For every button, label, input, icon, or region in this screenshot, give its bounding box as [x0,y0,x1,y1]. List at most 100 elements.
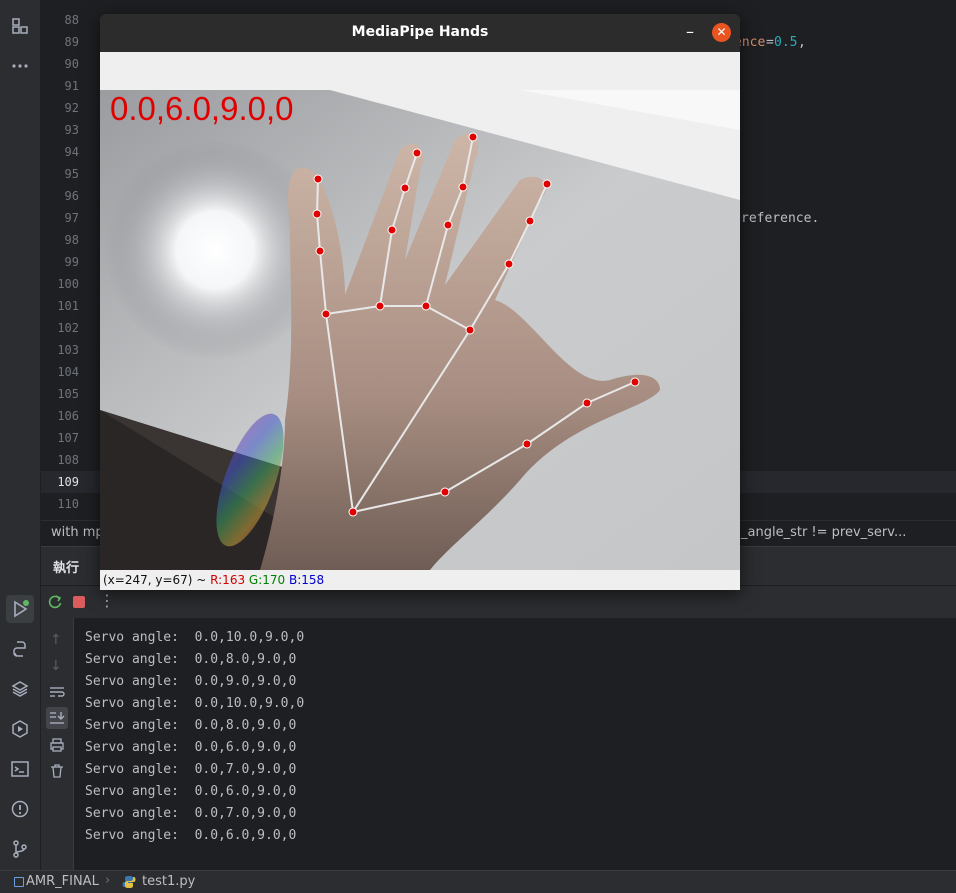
line-number: 110 [57,497,79,511]
minimize-button[interactable]: – [680,22,700,42]
stop-icon[interactable] [73,596,85,608]
terminal-icon[interactable] [8,757,32,781]
problems-icon[interactable] [8,797,32,821]
console-line: Servo angle: 0.0,6.0,9.0,0 [85,784,297,799]
line-number: 96 [64,189,79,203]
print-icon[interactable] [49,737,65,753]
breadcrumb-right[interactable]: _angle_str != prev_serv... [741,525,906,540]
python-packages-icon[interactable] [8,637,32,661]
console-line: Servo angle: 0.0,10.0,9.0,0 [85,696,305,711]
line-number: 90 [64,57,79,71]
more-tools-icon[interactable] [8,54,32,78]
hand-connector [469,263,510,331]
line-number: 95 [64,167,79,181]
line-number: 93 [64,123,79,137]
code-token: , [798,35,806,50]
more-options-icon[interactable]: ⋮ [99,591,115,610]
layers-icon[interactable] [8,677,32,701]
pixel-coords: (x=247, y=67) ~ [103,573,211,587]
hand-landmark [412,148,422,158]
hand-landmark [458,182,468,192]
hand-landmark [468,132,478,142]
services-icon[interactable] [8,717,32,741]
git-icon[interactable] [8,837,32,861]
line-number: 101 [57,299,79,313]
hand-landmark [421,301,431,311]
console-line: Servo angle: 0.0,8.0,9.0,0 [85,652,297,667]
console-side-toolbar: ↑ ↓ [41,618,74,870]
hand-connector [425,305,471,331]
hand-landmark [630,377,640,387]
run-tool-icon[interactable] [6,595,34,623]
mediapipe-window[interactable]: MediaPipe Hands – ✕ 0.0,6.0,9.0,0 (x=247… [100,14,740,590]
hand-connector [462,136,474,188]
window-toolbar [100,52,740,90]
hand-connector [325,305,381,315]
console-line: Servo angle: 0.0,7.0,9.0,0 [85,762,297,777]
chevron-right-icon: › [105,873,111,888]
line-number: 89 [64,35,79,49]
line-number: 104 [57,365,79,379]
project-icon [14,877,24,887]
pixel-green: G:170 [248,573,286,587]
hand-connector [526,402,588,445]
hand-connector [325,313,354,513]
console-line: Servo angle: 0.0,8.0,9.0,0 [85,718,297,733]
close-button[interactable]: ✕ [712,23,731,42]
project-name[interactable]: AMR_FINAL [26,874,99,889]
hand-landmark [443,220,453,230]
servo-angle-overlay: 0.0,6.0,9.0,0 [110,90,294,127]
code-token: 0.5 [774,35,798,50]
hand-landmark [400,183,410,193]
console-line: Servo angle: 0.0,7.0,9.0,0 [85,806,297,821]
file-name[interactable]: test1.py [142,874,195,889]
line-number: 108 [57,453,79,467]
trash-icon[interactable] [49,763,65,779]
line-number: 97 [64,211,79,225]
hand-connector [316,178,319,215]
line-number: 98 [64,233,79,247]
line-number: 107 [57,431,79,445]
camera-feed: 0.0,6.0,9.0,0 [100,90,740,570]
console-line: Servo angle: 0.0,6.0,9.0,0 [85,828,297,843]
console-output[interactable]: Servo angle: 0.0,10.0,9.0,0 Servo angle: … [74,618,956,870]
hand-connector [391,187,406,231]
hand-connector [529,183,548,222]
line-number: 105 [57,387,79,401]
hand-landmark [522,439,532,449]
tab-run[interactable]: 執行 [53,557,79,576]
code-token: reference. [741,211,820,226]
soft-wrap-icon[interactable] [49,684,65,698]
line-number: 106 [57,409,79,423]
status-bar: AMR_FINAL › test1.py [0,870,956,893]
pixel-red: R:163 [210,573,246,587]
hand-landmark [313,174,323,184]
hand-landmark [348,507,358,517]
hand-connector [425,224,449,307]
hand-landmark [440,487,450,497]
up-arrow-icon[interactable]: ↑ [50,632,62,648]
rerun-icon[interactable] [47,594,63,610]
hand-landmark [387,225,397,235]
hand-landmark [525,216,535,226]
hand-connector [379,229,393,307]
window-titlebar[interactable]: MediaPipe Hands – ✕ [100,14,740,52]
line-number: 102 [57,321,79,335]
hand-connector [404,152,418,189]
window-title: MediaPipe Hands [351,24,489,40]
pixel-blue: B:158 [289,573,325,587]
down-arrow-icon[interactable]: ↓ [50,658,62,674]
scroll-to-end-icon[interactable] [46,707,68,729]
line-number: 103 [57,343,79,357]
line-number: 92 [64,101,79,115]
console-line: Servo angle: 0.0,10.0,9.0,0 [85,630,305,645]
hand-connector [316,213,321,252]
hand-landmark [542,179,552,189]
hand-connector [352,491,446,513]
hand-connector [447,186,464,226]
hand-landmark [321,309,331,319]
structure-icon[interactable] [8,14,32,38]
line-number: 100 [57,277,79,291]
hand-landmark [465,325,475,335]
breadcrumb-left[interactable]: with mp [51,525,104,540]
